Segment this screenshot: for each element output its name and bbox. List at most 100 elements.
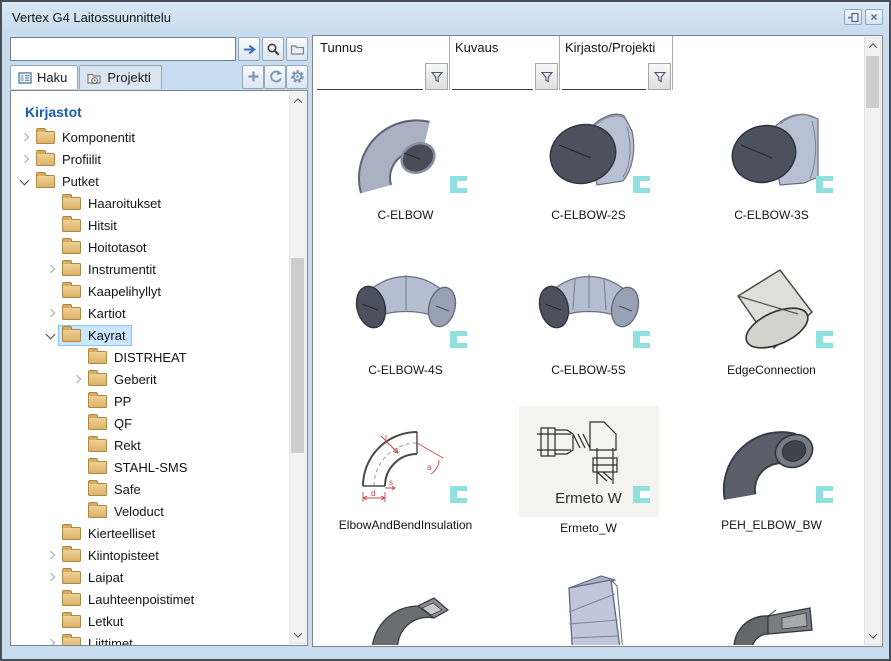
search-button[interactable] [262,37,284,61]
tree-item-distrheat[interactable]: DISTRHEAT [11,346,289,368]
tree-item-kaapelihyllyt[interactable]: Kaapelihyllyt [11,280,289,302]
component-c-elbow[interactable]: C-ELBOW [314,92,497,247]
component-thumbnail [537,259,641,359]
chevron-collapsed-icon[interactable] [17,129,33,145]
tree-item-label: Laipat [88,570,123,585]
chevron-collapsed-icon[interactable] [43,635,59,645]
thumbnail-caption: Ermeto W [555,490,622,507]
chevron-expanded-icon[interactable] [43,327,59,343]
go-button[interactable] [238,37,260,61]
tree-item-stahl-sms[interactable]: STAHL-SMS [11,456,289,478]
component-label: C-ELBOW-3S [734,208,808,223]
tree-item-hoitotasot[interactable]: Hoitotasot [11,236,289,258]
tree-scrollbar-thumb[interactable] [291,258,304,453]
close-button[interactable]: × [865,9,883,25]
folder-icon [62,571,81,584]
column-headers: Tunnus Kuvaus Kirjasto/Projekti [314,36,864,91]
folder-icon [88,505,107,518]
component-peh-elbow-bw[interactable]: PEH_ELBOW_BW [680,402,863,557]
dim-s: s [389,478,393,487]
chevron-collapsed-icon[interactable] [69,371,85,387]
component-label: PEH_ELBOW_BW [721,518,822,533]
chevron-expanded-icon[interactable] [17,173,33,189]
component-item[interactable] [497,557,680,645]
component-browser: Tunnus Kuvaus Kirjasto/Projekti [312,35,883,647]
component-item[interactable] [680,557,863,645]
tree-item-safe[interactable]: Safe [11,478,289,500]
tree-item-geberit[interactable]: Geberit [11,368,289,390]
tree-item-kartiot[interactable]: Kartiot [11,302,289,324]
tree-item-label: Hoitotasot [88,240,147,255]
scroll-up-icon[interactable] [290,93,305,109]
tree-item-label: Kayrat [88,328,126,343]
component-thumbnail [539,104,639,204]
grid-scrollbar[interactable] [864,37,881,645]
folder-icon [62,549,81,562]
chevron-collapsed-icon[interactable] [17,151,33,167]
tab-projekti[interactable]: Projekti [79,65,161,89]
chevron-collapsed-icon[interactable] [43,547,59,563]
pin-button[interactable] [844,9,862,25]
search-icon [266,42,281,57]
tree-item-label: Putket [62,174,99,189]
tab-haku[interactable]: Haku [10,65,78,89]
tree-item-kiintopisteet[interactable]: Kiintopisteet [11,544,289,566]
scroll-up-icon[interactable] [865,38,880,54]
tree-item-instrumentit[interactable]: Instrumentit [11,258,289,280]
column-kirjasto-projekti[interactable]: Kirjasto/Projekti [560,36,673,90]
column-tunnus[interactable]: Tunnus [315,36,450,90]
tree-item-liittimet[interactable]: Liittimet [11,632,289,645]
add-button[interactable] [242,65,264,89]
folder-icon [62,241,81,254]
component-c-elbow-5s[interactable]: C-ELBOW-5S [497,247,680,402]
grid-scrollbar-thumb[interactable] [866,56,879,108]
component-badge [633,176,650,193]
component-edgeconnection[interactable]: EdgeConnection [680,247,863,402]
tree-item-pp[interactable]: PP [11,390,289,412]
chevron-collapsed-icon[interactable] [43,569,59,585]
tree-item-putket[interactable]: Putket [11,170,289,192]
component-badge [816,486,833,503]
tree-item-hitsit[interactable]: Hitsit [11,214,289,236]
tree-item-veloduct[interactable]: Veloduct [11,500,289,522]
filter-button-tunnus[interactable] [425,63,448,90]
titlebar: Vertex G4 Laitossuunnittelu × [2,2,889,32]
tree-item-komponentit[interactable]: Komponentit [11,126,289,148]
component-elbowandbendinsulation[interactable]: r a d s ElbowAndBendInsulation [314,402,497,557]
filter-button-kirjasto[interactable] [648,63,671,90]
component-badge [816,331,833,348]
tree-item-qf[interactable]: QF [11,412,289,434]
tree-scrollbar[interactable] [289,92,306,644]
scroll-down-icon[interactable] [290,627,305,643]
tree-item-kayrat-selected[interactable]: Kayrat [11,324,289,346]
tree-item-label: Instrumentit [88,262,156,277]
tree-item-lauhteenpoistimet[interactable]: Lauhteenpoistimet [11,588,289,610]
column-kuvaus[interactable]: Kuvaus [450,36,560,90]
filter-button-kuvaus[interactable] [535,63,558,90]
tree-item-profiilit[interactable]: Profiilit [11,148,289,170]
component-ermeto-w[interactable]: Ermeto W Ermeto_W [497,402,680,557]
tree-item-label: Liittimet [88,636,133,646]
component-c-elbow-4s[interactable]: C-ELBOW-4S [314,247,497,402]
settings-button[interactable] [286,65,308,89]
sidebar-tabs: Haku Projekti [10,64,308,89]
search-input[interactable] [10,37,236,61]
tab-projekti-label: Projekti [107,70,150,85]
component-item[interactable] [314,557,497,645]
tree-item-rekt[interactable]: Rekt [11,434,289,456]
browse-folder-button[interactable] [286,37,308,61]
tree-item-laipat[interactable]: Laipat [11,566,289,588]
tree-item-kierteelliset[interactable]: Kierteelliset [11,522,289,544]
refresh-button[interactable] [264,65,286,89]
chevron-collapsed-icon[interactable] [43,261,59,277]
tree-root-label: Kirjastot [11,104,289,126]
component-thumbnail [722,414,822,514]
scroll-down-icon[interactable] [865,628,880,644]
component-c-elbow-3s[interactable]: C-ELBOW-3S [680,92,863,247]
library-tree: Kirjastot Komponentit Profiilit Putket H… [11,91,289,645]
tree-item-haaroitukset[interactable]: Haaroitukset [11,192,289,214]
folder-icon [88,395,107,408]
chevron-collapsed-icon[interactable] [43,305,59,321]
component-c-elbow-2s[interactable]: C-ELBOW-2S [497,92,680,247]
tree-item-letkut[interactable]: Letkut [11,610,289,632]
